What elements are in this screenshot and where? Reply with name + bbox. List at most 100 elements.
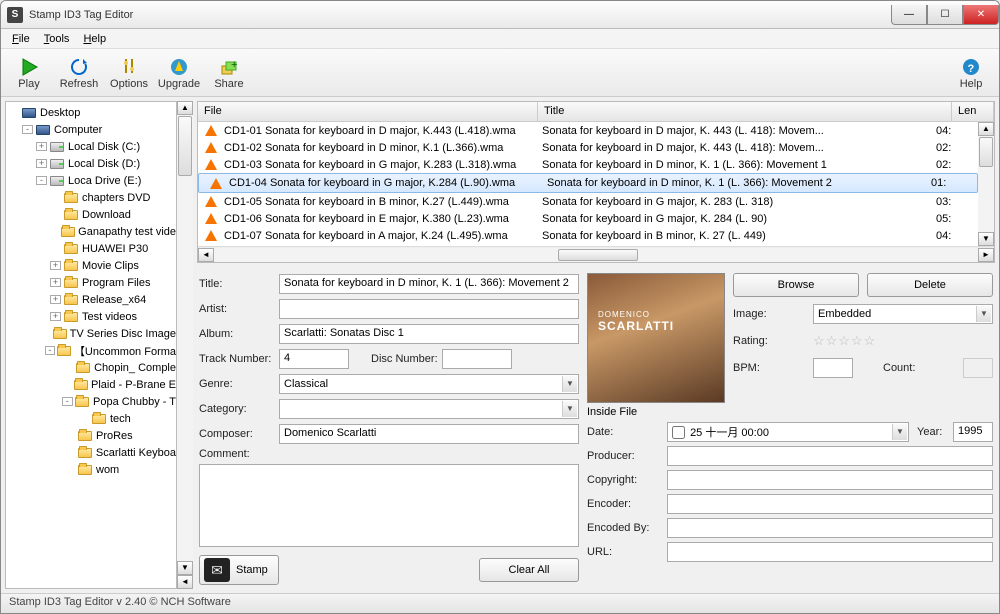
share-button[interactable]: +Share: [207, 56, 251, 90]
col-title[interactable]: Title: [538, 102, 952, 121]
date-label: Date:: [587, 426, 663, 438]
folder-tree[interactable]: Desktop -Computer+Local Disk (C:)+Local D…: [5, 101, 177, 589]
comment-input[interactable]: [199, 464, 579, 547]
vlc-cone-icon: [202, 213, 220, 224]
clear-all-button[interactable]: Clear All: [479, 558, 579, 582]
file-row[interactable]: CD1-06 Sonata for keyboard in E major, K…: [198, 210, 978, 227]
track-label: Track Number:: [199, 353, 275, 365]
tree-item[interactable]: HUAWEI P30: [6, 240, 176, 257]
rating-stars[interactable]: ☆☆☆☆☆: [813, 333, 876, 349]
track-input[interactable]: 4: [279, 349, 349, 369]
tree-item[interactable]: Scarlatti Keyboa: [6, 444, 176, 461]
encoder-input[interactable]: [667, 494, 993, 514]
tree-item[interactable]: Download: [6, 206, 176, 223]
image-select[interactable]: Embedded▼: [813, 304, 993, 324]
composer-input[interactable]: Domenico Scarlatti: [279, 424, 579, 444]
tree-label: Local Disk (C:): [68, 141, 140, 153]
folder-icon: [73, 378, 88, 392]
tree-item[interactable]: wom: [6, 461, 176, 478]
tree-item[interactable]: chapters DVD: [6, 189, 176, 206]
tree-label: Desktop: [40, 107, 80, 119]
tree-item[interactable]: -Popa Chubby - T: [6, 393, 176, 410]
file-row[interactable]: CD1-01 Sonata for keyboard in D major, K…: [198, 122, 978, 139]
year-label: Year:: [917, 426, 949, 438]
stamp-icon: ✉: [204, 558, 230, 582]
album-input[interactable]: Scarlatti: Sonatas Disc 1: [279, 324, 579, 344]
menu-file[interactable]: File: [5, 31, 37, 47]
menu-help[interactable]: Help: [76, 31, 113, 47]
vlc-cone-icon: [202, 125, 220, 136]
tree-scrollbar[interactable]: ▲▼◄: [177, 101, 193, 589]
tree-item[interactable]: +Release_x64: [6, 291, 176, 308]
category-select[interactable]: ▼: [279, 399, 579, 419]
year-input[interactable]: 1995: [953, 422, 993, 442]
vlc-cone-icon: [202, 196, 220, 207]
tree-label: Scarlatti Keyboa: [96, 447, 176, 459]
producer-input[interactable]: [667, 446, 993, 466]
tree-item[interactable]: -Loca Drive (E:): [6, 172, 176, 189]
url-label: URL:: [587, 546, 663, 558]
tree-item[interactable]: Chopin_ Comple: [6, 359, 176, 376]
refresh-button[interactable]: Refresh: [57, 56, 101, 90]
copyright-input[interactable]: [667, 470, 993, 490]
tree-item[interactable]: Plaid - P-Brane E: [6, 376, 176, 393]
browse-button[interactable]: Browse: [733, 273, 859, 297]
disc-input[interactable]: [442, 349, 512, 369]
tree-item[interactable]: Desktop: [6, 104, 176, 121]
encodedby-input[interactable]: [667, 518, 993, 538]
file-row[interactable]: CD1-04 Sonata for keyboard in G major, K…: [198, 173, 978, 193]
file-row[interactable]: CD1-02 Sonata for keyboard in D minor, K…: [198, 139, 978, 156]
tree-item[interactable]: -Computer: [6, 121, 176, 138]
col-file[interactable]: File: [198, 102, 538, 121]
file-list-body[interactable]: CD1-01 Sonata for keyboard in D major, K…: [198, 122, 978, 246]
tree-item[interactable]: TV Series Disc Image: [6, 325, 176, 342]
tree-item[interactable]: Ganapathy test vide: [6, 223, 176, 240]
menu-tools[interactable]: Tools: [37, 31, 77, 47]
genre-select[interactable]: Classical▼: [279, 374, 579, 394]
app-icon: S: [7, 7, 23, 23]
vlc-cone-icon: [202, 230, 220, 241]
help-button[interactable]: ?Help: [949, 56, 993, 90]
tree-item[interactable]: -【Uncommon Forma: [6, 342, 176, 359]
count-label: Count:: [883, 362, 959, 374]
album-label: Album:: [199, 328, 275, 340]
close-button[interactable]: ✕: [963, 5, 999, 25]
tree-label: Computer: [54, 124, 102, 136]
play-button[interactable]: Play: [7, 56, 51, 90]
upgrade-button[interactable]: Upgrade: [157, 56, 201, 90]
maximize-button[interactable]: ☐: [927, 5, 963, 25]
tree-item[interactable]: +Local Disk (D:): [6, 155, 176, 172]
tree-item[interactable]: +Program Files: [6, 274, 176, 291]
window-title: Stamp ID3 Tag Editor: [29, 9, 891, 21]
file-row[interactable]: CD1-03 Sonata for keyboard in G major, K…: [198, 156, 978, 173]
tree-label: Ganapathy test vide: [78, 226, 176, 238]
tree-item[interactable]: ProRes: [6, 427, 176, 444]
tree-item[interactable]: +Movie Clips: [6, 257, 176, 274]
col-len[interactable]: Len: [952, 102, 994, 121]
tree-item[interactable]: +Local Disk (C:): [6, 138, 176, 155]
tree-item[interactable]: +Test videos: [6, 308, 176, 325]
title-input[interactable]: Sonata for keyboard in D minor, K. 1 (L.…: [279, 274, 579, 294]
tree-label: chapters DVD: [82, 192, 150, 204]
vlc-cone-icon: [202, 142, 220, 153]
genre-label: Genre:: [199, 378, 275, 390]
folder-icon: [75, 395, 90, 409]
bpm-input[interactable]: [813, 358, 853, 378]
file-row[interactable]: CD1-05 Sonata for keyboard in B minor, K…: [198, 193, 978, 210]
tree-label: Popa Chubby - T: [93, 396, 176, 408]
file-row[interactable]: CD1-07 Sonata for keyboard in A major, K…: [198, 227, 978, 244]
delete-button[interactable]: Delete: [867, 273, 993, 297]
options-button[interactable]: Options: [107, 56, 151, 90]
date-picker[interactable]: 25 十一月 00:00▼: [667, 422, 909, 442]
folder-icon: [63, 276, 79, 290]
url-input[interactable]: [667, 542, 993, 562]
tree-item[interactable]: tech: [6, 410, 176, 427]
stamp-button[interactable]: ✉Stamp: [199, 555, 279, 585]
tree-label: Plaid - P-Brane E: [91, 379, 176, 391]
titlebar: S Stamp ID3 Tag Editor — ☐ ✕: [1, 1, 999, 29]
artist-input[interactable]: [279, 299, 579, 319]
list-scrollbar[interactable]: ▲▼: [978, 122, 994, 246]
minimize-button[interactable]: —: [891, 5, 927, 25]
list-hscroll[interactable]: ◄►: [198, 246, 994, 262]
artist-label: Artist:: [199, 303, 275, 315]
